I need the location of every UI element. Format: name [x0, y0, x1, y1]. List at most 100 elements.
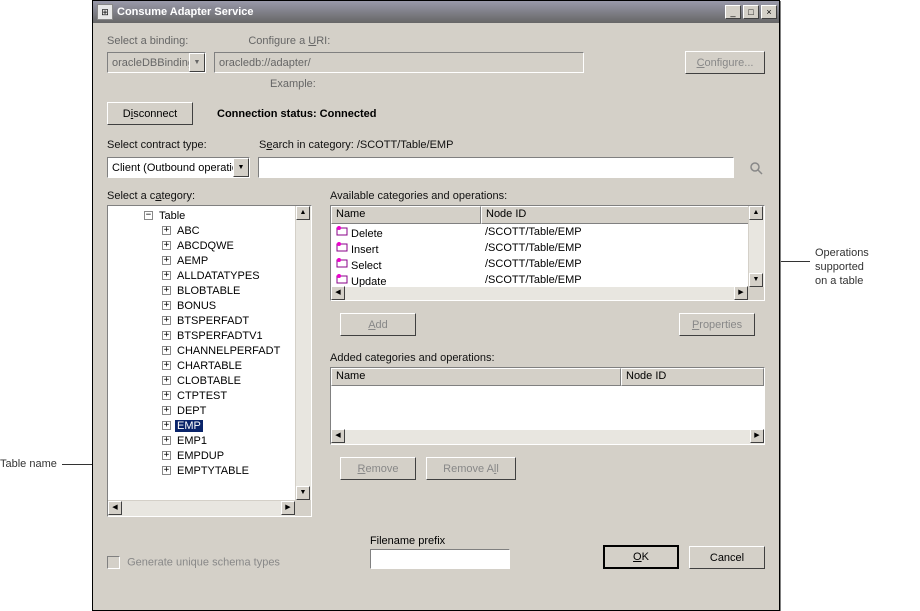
window-title: Consume Adapter Service — [117, 6, 725, 18]
added-ops-list[interactable]: Name Node ID ◀ ▶ — [330, 367, 765, 445]
expand-icon[interactable]: + — [162, 301, 171, 310]
expand-icon[interactable]: + — [162, 271, 171, 280]
tree-item[interactable]: +ABC — [108, 223, 311, 238]
dropdown-arrow-icon: ▼ — [233, 158, 249, 177]
uri-value: oracledb://adapter/ — [219, 57, 311, 69]
operation-icon — [335, 241, 349, 253]
collapse-icon[interactable]: − — [144, 211, 153, 220]
list-header: Name Node ID — [331, 368, 764, 386]
scroll-corner — [748, 287, 764, 300]
expand-icon[interactable]: + — [162, 421, 171, 430]
disconnect-button[interactable]: Disconnect — [107, 102, 193, 125]
tree-item[interactable]: +BLOBTABLE — [108, 283, 311, 298]
expand-icon[interactable]: + — [162, 331, 171, 340]
added-ops-label: Added categories and operations: — [330, 352, 765, 364]
tree-item[interactable]: +BTSPERFADTV1 — [108, 328, 311, 343]
category-tree[interactable]: − Table +ABC +ABCDQWE +AEMP +ALLDATATYPE… — [107, 205, 312, 517]
tree-item[interactable]: +ABCDQWE — [108, 238, 311, 253]
col-nodeid[interactable]: Node ID — [481, 206, 764, 224]
available-ops-list[interactable]: Name Node ID Delete /SCOTT/Table/EMP Ins… — [330, 205, 765, 301]
operation-icon — [335, 257, 349, 269]
contract-label: Select contract type: — [107, 139, 227, 151]
expand-icon[interactable]: + — [162, 346, 171, 355]
col-nodeid[interactable]: Node ID — [621, 368, 764, 386]
expand-icon[interactable]: + — [162, 286, 171, 295]
tree-node-table[interactable]: − Table — [108, 208, 311, 223]
tree-item[interactable]: +EMP1 — [108, 433, 311, 448]
uri-textbox[interactable]: oracledb://adapter/ — [214, 52, 584, 73]
scroll-right-icon[interactable]: ▶ — [734, 286, 748, 300]
tree-item[interactable]: +CLOBTABLE — [108, 373, 311, 388]
tree-item[interactable]: +EMPTYTABLE — [108, 463, 311, 478]
contract-value: Client (Outbound operation — [112, 162, 244, 174]
scroll-left-icon[interactable]: ◀ — [331, 429, 345, 443]
tree-item[interactable]: +CHANNELPERFADT — [108, 343, 311, 358]
horizontal-scrollbar[interactable]: ◀ ▶ — [331, 287, 748, 300]
add-button[interactable]: Add — [340, 313, 416, 336]
col-name[interactable]: Name — [331, 368, 621, 386]
scroll-up-icon[interactable]: ▲ — [749, 206, 763, 220]
list-row[interactable]: Insert /SCOTT/Table/EMP — [331, 240, 764, 256]
scroll-down-icon[interactable]: ▼ — [749, 273, 763, 287]
expand-icon[interactable]: + — [162, 466, 171, 475]
uri-label: Configure a URI: — [248, 35, 330, 47]
example-label: Example: — [270, 78, 765, 90]
tree-item[interactable]: +BONUS — [108, 298, 311, 313]
expand-icon[interactable]: + — [162, 256, 171, 265]
expand-icon[interactable]: + — [162, 391, 171, 400]
tree-item[interactable]: +CTPTEST — [108, 388, 311, 403]
expand-icon[interactable]: + — [162, 316, 171, 325]
operation-icon — [335, 273, 349, 285]
scroll-down-icon[interactable]: ▼ — [296, 486, 310, 500]
expand-icon[interactable]: + — [162, 451, 171, 460]
tree-item-emp[interactable]: +EMP — [108, 418, 311, 433]
maximize-button[interactable]: □ — [743, 5, 759, 19]
search-input[interactable] — [258, 157, 734, 178]
expand-icon[interactable]: + — [162, 241, 171, 250]
select-category-label: Select a category: — [107, 190, 312, 202]
scroll-up-icon[interactable]: ▲ — [296, 206, 310, 220]
list-row[interactable]: Update /SCOTT/Table/EMP — [331, 272, 764, 288]
annotation-table-name: Table name — [0, 458, 57, 470]
scroll-left-icon[interactable]: ◀ — [331, 286, 345, 300]
filename-prefix-input[interactable] — [370, 549, 510, 569]
close-button[interactable]: × — [761, 5, 777, 19]
remove-button[interactable]: Remove — [340, 457, 416, 480]
binding-dropdown[interactable]: oracleDBBinding ▼ — [107, 52, 206, 73]
search-icon[interactable] — [748, 160, 764, 176]
expand-icon[interactable]: + — [162, 226, 171, 235]
tree-item[interactable]: +BTSPERFADT — [108, 313, 311, 328]
tree-item[interactable]: +DEPT — [108, 403, 311, 418]
contract-dropdown[interactable]: Client (Outbound operation ▼ — [107, 157, 250, 178]
scroll-left-icon[interactable]: ◀ — [108, 501, 122, 515]
horizontal-scrollbar[interactable]: ◀ ▶ — [331, 430, 764, 444]
properties-button[interactable]: Properties — [679, 313, 755, 336]
vertical-scrollbar[interactable]: ▲ ▼ — [295, 206, 311, 500]
scroll-right-icon[interactable]: ▶ — [750, 429, 764, 443]
vertical-scrollbar[interactable]: ▲ ▼ — [748, 206, 764, 287]
available-ops-label: Available categories and operations: — [330, 190, 765, 202]
expand-icon[interactable]: + — [162, 361, 171, 370]
title-bar: ⊞ Consume Adapter Service _ □ × — [93, 1, 779, 23]
list-row[interactable]: Select /SCOTT/Table/EMP — [331, 256, 764, 272]
tree-item[interactable]: +EMPDUP — [108, 448, 311, 463]
horizontal-scrollbar[interactable]: ◀ ▶ — [108, 500, 295, 516]
expand-icon[interactable]: + — [162, 406, 171, 415]
generate-unique-checkbox[interactable]: Generate unique schema types — [107, 556, 280, 569]
col-name[interactable]: Name — [331, 206, 481, 224]
list-row[interactable]: Delete /SCOTT/Table/EMP — [331, 224, 764, 240]
tree-item[interactable]: +AEMP — [108, 253, 311, 268]
configure-button[interactable]: Configure... — [685, 51, 765, 74]
expand-icon[interactable]: + — [162, 376, 171, 385]
scroll-right-icon[interactable]: ▶ — [281, 501, 295, 515]
connection-status: Connection status: Connected — [217, 108, 377, 120]
cancel-button[interactable]: Cancel — [689, 546, 765, 569]
ok-button[interactable]: OK — [603, 545, 679, 569]
remove-all-button[interactable]: Remove All — [426, 457, 516, 480]
search-label: Search in category: /SCOTT/Table/EMP — [259, 139, 453, 151]
tree-item[interactable]: +CHARTABLE — [108, 358, 311, 373]
expand-icon[interactable]: + — [162, 436, 171, 445]
tree-item[interactable]: +ALLDATATYPES — [108, 268, 311, 283]
checkbox-icon — [107, 556, 120, 569]
minimize-button[interactable]: _ — [725, 5, 741, 19]
